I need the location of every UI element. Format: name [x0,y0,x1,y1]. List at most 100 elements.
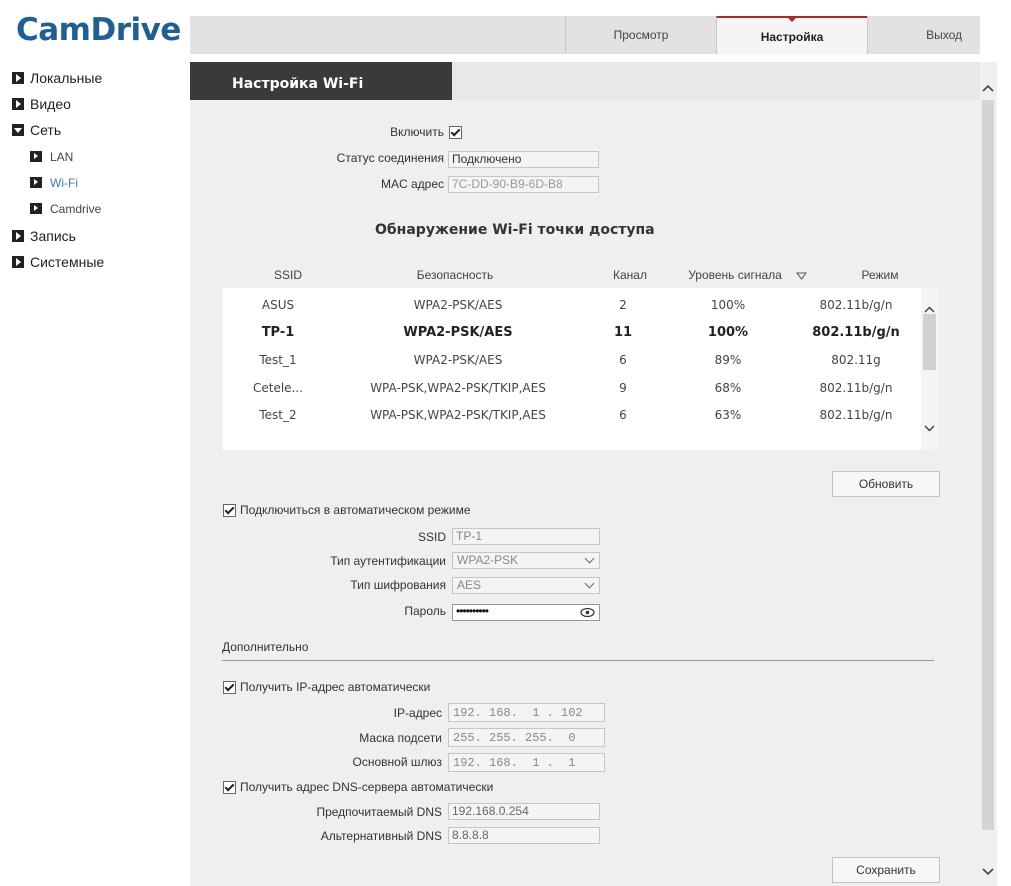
connection-status-value: Подключено [448,151,599,168]
ip-label: IP-адрес [393,706,442,720]
cell-security: WPA2-PSK/AES [413,353,503,367]
cell-ssid: Test_2 [259,408,297,422]
alternate-dns-label: Альтернативный DNS [320,829,442,843]
expand-icon [12,98,24,110]
cell-ssid: Test_1 [259,353,297,367]
cell-ssid: ASUS [261,298,295,312]
cell-security: WPA-PSK,WPA2-PSK/TKIP,AES [370,381,546,395]
discovery-heading: Обнаружение Wi-Fi точки доступа [375,222,655,238]
page-title: Настройка Wi-Fi [190,62,452,100]
auto-dns-checkbox[interactable] [223,781,236,794]
sidebar-item-system[interactable]: Системные [12,254,104,270]
chevron-down-icon [584,578,595,589]
enable-checkbox[interactable] [449,126,462,139]
cell-channel: 6 [619,353,627,367]
active-tab-marker [786,16,798,22]
gateway-input[interactable]: 192. 168. 1 . 1 [448,753,605,772]
sidebar-item-wifi[interactable]: Wi-Fi [30,176,78,190]
expand-icon [12,72,24,84]
list-down-icon[interactable] [924,425,935,432]
cell-signal: 89% [714,353,742,367]
cell-mode: 802.11b/g/n [819,298,893,312]
list-up-icon[interactable] [924,306,935,313]
cell-channel: 6 [619,408,627,422]
cell-mode: 802.11b/g/n [819,381,893,395]
tab-view-label: Просмотр [613,28,669,42]
cell-security: WPA-PSK,WPA2-PSK/TKIP,AES [370,408,546,422]
advanced-heading: Дополнительно [222,640,309,654]
table-row-selected[interactable]: TP-1 WPA2-PSK/AES 11 100% 802.11b/g/n [223,319,923,346]
auth-type-label: Тип аутентификации [330,554,446,568]
ip-address-input[interactable]: 192. 168. 1 . 102 [448,703,605,722]
sidebar-item-record[interactable]: Запись [12,228,76,244]
sidebar-label: LAN [50,150,74,164]
arrow-icon [30,177,42,188]
cell-ssid: TP-1 [261,325,295,340]
cell-signal: 100% [707,325,749,340]
col-channel[interactable]: Канал [600,268,660,282]
auto-ip-checkbox[interactable] [223,681,236,694]
refresh-button[interactable]: Обновить [832,471,940,497]
cell-channel: 2 [619,298,627,312]
scroll-up-icon[interactable] [982,84,994,92]
password-label: Пароль [404,604,446,618]
tab-settings[interactable]: Настройка [716,16,867,54]
col-ssid[interactable]: SSID [243,268,333,282]
password-mask: •••••••••• [456,604,489,618]
cell-mode: 802.11b/g/n [819,408,893,422]
cell-channel: 9 [619,381,627,395]
auth-type-select[interactable]: WPA2-PSK [452,552,600,569]
sidebar-label: Camdrive [50,202,102,216]
ssid-input[interactable]: TP-1 [452,528,600,545]
scroll-down-icon[interactable] [982,868,994,876]
arrow-icon [30,151,42,162]
section-divider [222,660,934,661]
collapse-icon [12,124,24,136]
cell-signal: 63% [714,408,742,422]
connection-status-label: Статус соединения [336,151,444,165]
sidebar-item-video[interactable]: Видео [12,96,71,112]
page-title-text: Настройка Wi-Fi [232,76,364,92]
save-button[interactable]: Сохранить [832,857,940,883]
expand-icon [12,256,24,268]
col-security[interactable]: Безопасность [380,268,530,282]
auto-connect-checkbox[interactable] [223,504,236,517]
expand-icon [12,230,24,242]
preferred-dns-input[interactable]: 192.168.0.254 [448,803,600,820]
tab-logout[interactable]: Выход [867,16,980,54]
logo-text: CamDrive [16,12,181,48]
subnet-mask-label: Маска подсети [359,731,442,745]
sort-down-icon[interactable] [796,272,807,280]
cell-channel: 11 [613,325,633,340]
cell-security: WPA2-PSK/AES [413,298,503,312]
col-signal[interactable]: Уровень сигнала [680,268,790,282]
table-row[interactable]: Test_2 WPA-PSK,WPA2-PSK/TKIP,AES 6 63% 8… [223,402,923,429]
table-row[interactable]: Test_1 WPA2-PSK/AES 6 89% 802.11g [223,347,923,374]
gateway-label: Основной шлюз [352,755,442,769]
show-password-eye-icon[interactable] [580,607,595,618]
encryption-type-select[interactable]: AES [452,577,600,594]
cell-ssid: Cetele... [252,381,303,395]
mac-value: 7C-DD-90-B9-6D-B8 [448,176,599,193]
ssid-label: SSID [417,530,446,544]
table-row[interactable]: Cetele... WPA-PSK,WPA2-PSK/TKIP,AES 9 68… [223,375,923,402]
sidebar-item-camdrive[interactable]: Camdrive [30,202,101,216]
auth-type-value: WPA2-PSK [457,553,519,567]
page-scrollbar-thumb[interactable] [982,100,994,830]
cell-signal: 100% [710,298,746,312]
camdrive-logo: CamDrive [16,12,181,48]
sidebar-item-local[interactable]: Локальные [12,70,102,86]
sidebar-item-network[interactable]: Сеть [12,122,61,138]
col-mode[interactable]: Режим [835,268,925,282]
tab-logout-label: Выход [926,28,962,42]
password-input[interactable]: •••••••••• [452,604,600,621]
table-row[interactable]: ASUS WPA2-PSK/AES 2 100% 802.11b/g/n [223,292,923,319]
arrow-icon [30,203,42,214]
sidebar-item-lan[interactable]: LAN [30,150,73,164]
tab-view[interactable]: Просмотр [565,16,716,54]
auto-connect-label: Подключиться в автоматическом режиме [240,503,471,517]
subnet-mask-input[interactable]: 255. 255. 255. 0 [448,728,605,747]
list-scrollbar-thumb[interactable] [923,314,936,370]
alternate-dns-input[interactable]: 8.8.8.8 [448,827,600,844]
sidebar-label: Запись [30,228,76,244]
